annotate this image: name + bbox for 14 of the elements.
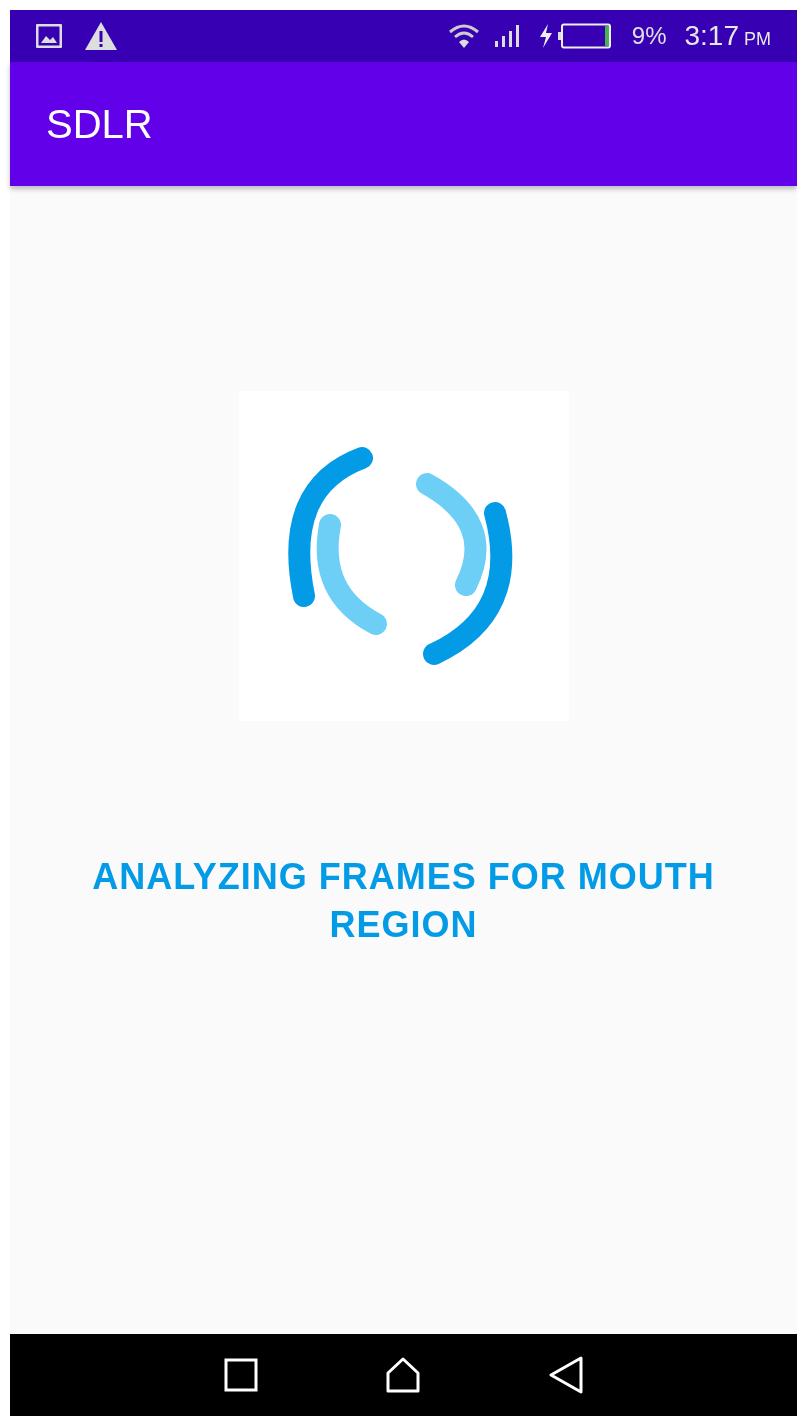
clock-time: 3:17 bbox=[684, 19, 739, 53]
battery-icon bbox=[557, 23, 612, 49]
recent-apps-icon[interactable] bbox=[223, 1358, 258, 1392]
home-icon[interactable] bbox=[385, 1357, 422, 1393]
wifi-icon bbox=[447, 22, 480, 50]
warning-icon bbox=[84, 21, 118, 51]
signal-icon bbox=[493, 24, 520, 48]
charging-icon bbox=[537, 23, 554, 49]
status-message: ANALYZING FRAMES FOR MOUTH REGION bbox=[91, 855, 716, 947]
clock-period: PM bbox=[744, 27, 771, 51]
image-icon bbox=[36, 24, 62, 48]
battery-percentage: 9% bbox=[631, 21, 667, 51]
back-icon[interactable] bbox=[549, 1356, 584, 1394]
app-title: SDLR bbox=[46, 101, 153, 148]
